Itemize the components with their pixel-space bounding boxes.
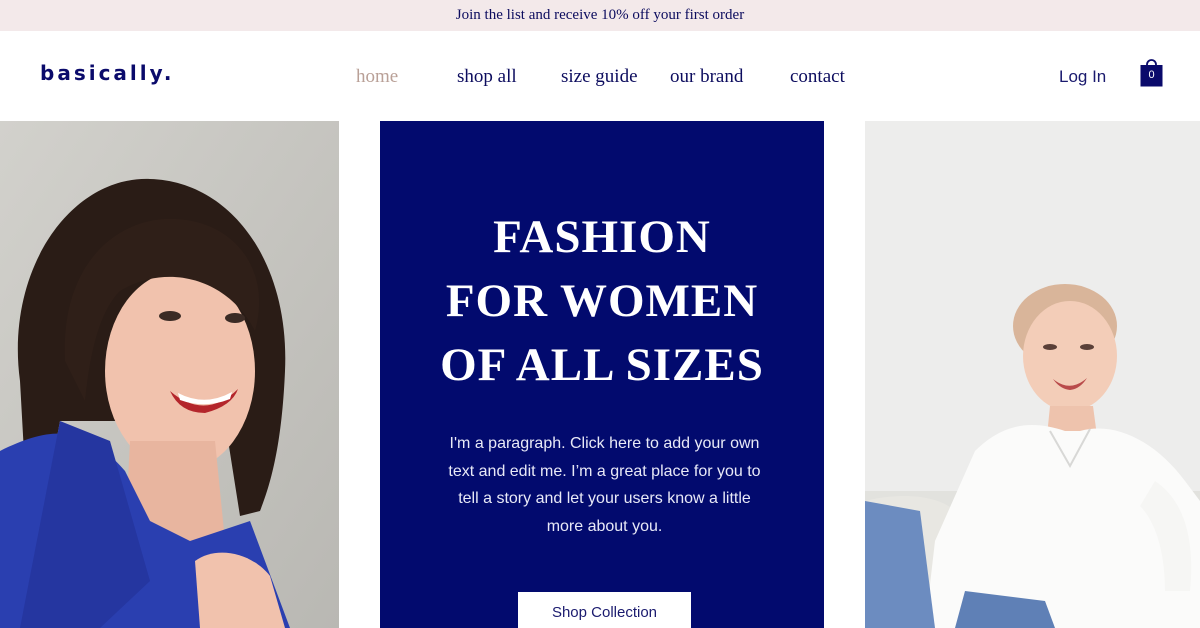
model-photo-right — [865, 121, 1200, 628]
hero-paragraph: I'm a paragraph. Click here to add your … — [448, 435, 761, 535]
hero-title-line: FOR WOMEN — [445, 275, 759, 327]
announcement-bar: Join the list and receive 10% off your f… — [0, 0, 1200, 31]
model-photo-right-image — [865, 121, 1200, 628]
cart-button[interactable]: 0 — [1140, 58, 1165, 88]
nav-item-shop-all[interactable]: shop all — [457, 66, 517, 88]
nav-item-size-guide[interactable]: size guide — [561, 66, 638, 88]
hero-title-line: OF ALL SIZES — [440, 339, 764, 391]
hero-title: FASHION FOR WOMEN OF ALL SIZES — [380, 205, 824, 397]
announcement-text: Join the list and receive 10% off your f… — [455, 7, 745, 23]
model-photo-left — [0, 121, 339, 628]
login-link[interactable]: Log In — [1059, 67, 1106, 87]
nav-item-home[interactable]: home — [356, 66, 398, 88]
nav-item-our-brand[interactable]: our brand — [670, 66, 743, 88]
model-photo-left-image — [0, 121, 339, 628]
hero-panel: FASHION FOR WOMEN OF ALL SIZES I'm a par… — [380, 121, 824, 628]
cart-count: 0 — [1148, 69, 1155, 81]
site-header: basically. home shop all size guide our … — [0, 31, 1200, 120]
shop-collection-button[interactable]: Shop Collection — [518, 592, 691, 628]
main-nav: home shop all size guide our brand conta… — [0, 66, 1200, 90]
nav-item-contact[interactable]: contact — [790, 66, 845, 88]
hero-title-line: FASHION — [493, 211, 711, 263]
